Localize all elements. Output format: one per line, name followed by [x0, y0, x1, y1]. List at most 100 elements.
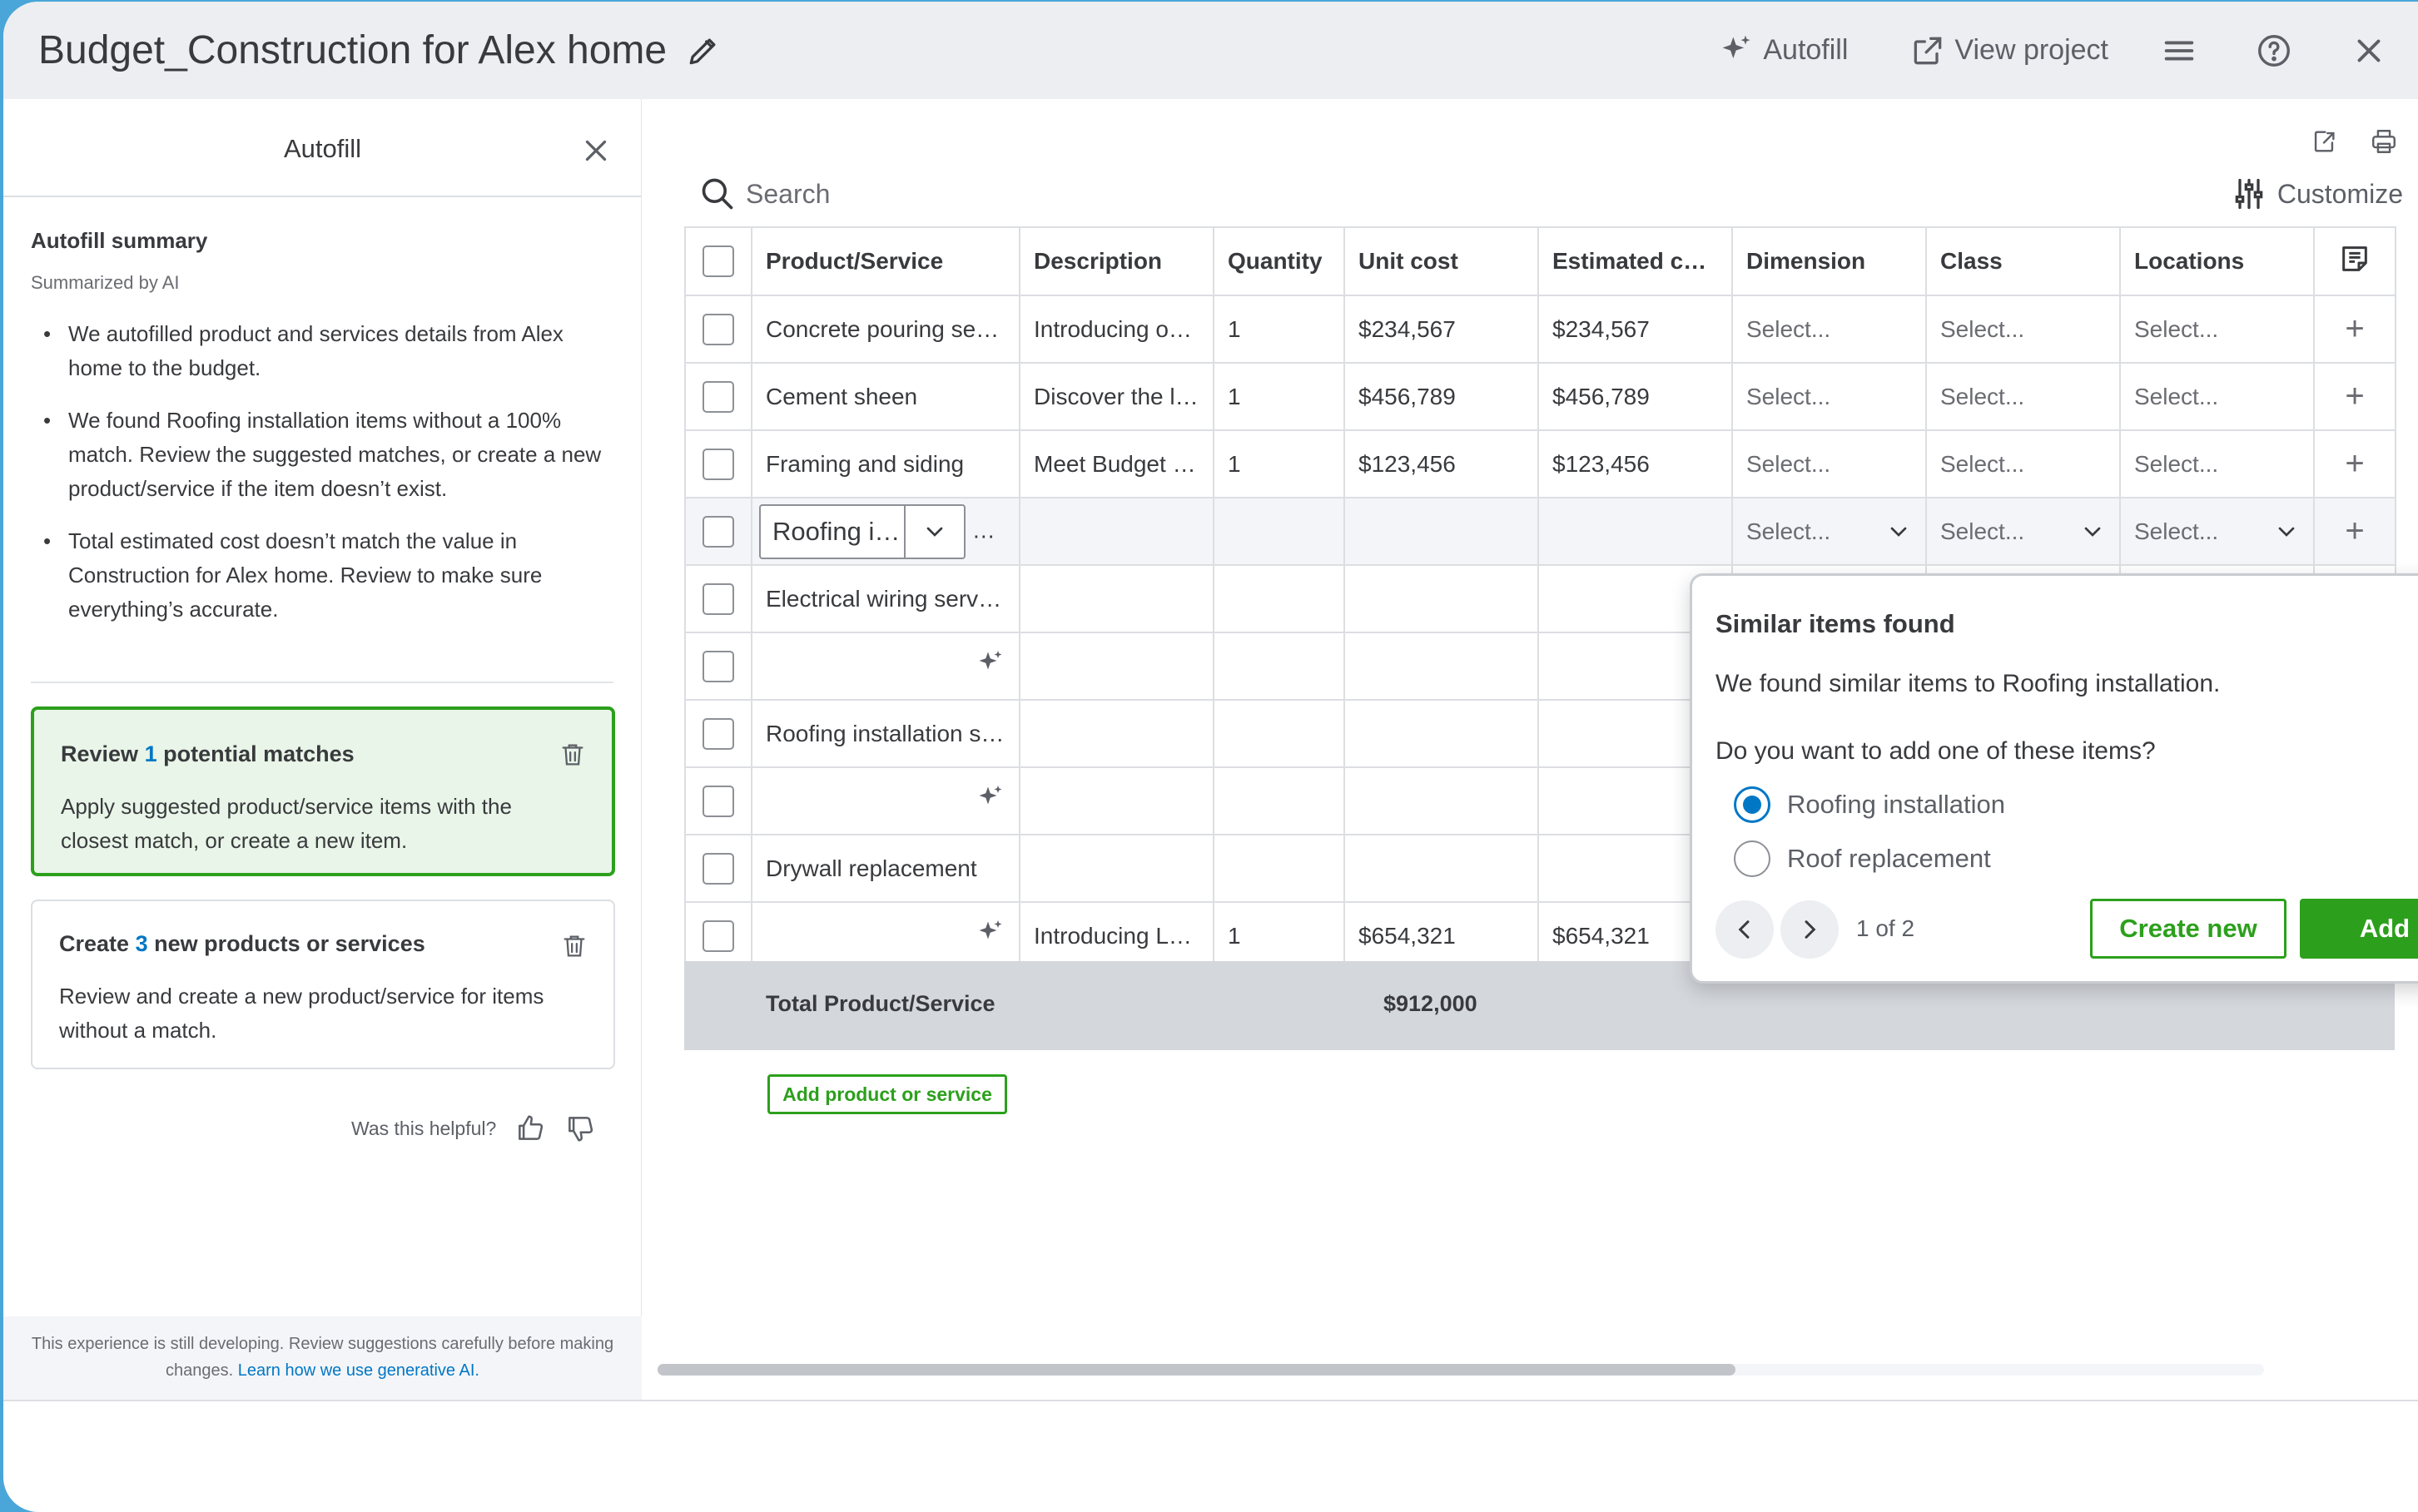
estimated-cost-cell[interactable]: $456,789 [1537, 362, 1733, 431]
class-select[interactable]: Select... [1925, 497, 2121, 566]
unit-cost-cell[interactable] [1343, 632, 1539, 701]
description-cell[interactable]: Discover the latest [1019, 362, 1214, 431]
trash-icon[interactable] [560, 931, 588, 961]
row-checkbox[interactable] [703, 920, 734, 952]
description-cell[interactable]: Meet Budget solutions [1019, 429, 1214, 498]
row-checkbox[interactable] [703, 380, 734, 413]
menu-icon[interactable] [2160, 32, 2198, 70]
quantity-cell[interactable]: 1 [1213, 901, 1345, 970]
quantity-cell[interactable] [1213, 834, 1345, 903]
column-header[interactable]: Unit cost [1343, 226, 1539, 296]
create-new-button[interactable]: Create new [2090, 899, 2286, 959]
column-settings-cell[interactable] [2313, 226, 2396, 296]
unit-cost-cell[interactable]: $654,321 [1343, 901, 1539, 970]
export-icon[interactable] [2310, 127, 2338, 156]
dimension-select[interactable]: Select... [1731, 429, 1927, 498]
product-cell[interactable]: Electrical wiring services [751, 564, 1020, 633]
estimated-cost-cell[interactable]: $123,456 [1537, 429, 1733, 498]
review-matches-card[interactable]: Review 1 potential matches Apply suggest… [31, 706, 615, 876]
estimated-cost-cell[interactable]: $234,567 [1537, 295, 1733, 364]
trash-icon[interactable] [559, 740, 587, 770]
add-button[interactable]: Add [2300, 899, 2418, 959]
row-checkbox[interactable] [703, 582, 734, 615]
product-select[interactable]: Roofing installation [759, 503, 966, 559]
description-cell[interactable] [1019, 834, 1214, 903]
dimension-select[interactable]: Select... [1731, 497, 1927, 566]
column-header[interactable]: Class [1925, 226, 2121, 296]
row-checkbox[interactable] [703, 650, 734, 682]
close-icon[interactable] [581, 136, 611, 166]
product-cell[interactable] [751, 901, 1020, 970]
unit-cost-cell[interactable] [1343, 699, 1539, 768]
quantity-cell[interactable] [1213, 497, 1345, 566]
description-cell[interactable]: Introducing Lorem ipsum [1019, 901, 1214, 970]
add-row-icon[interactable]: + [2313, 362, 2396, 431]
description-cell[interactable] [1019, 497, 1214, 566]
product-cell[interactable]: Roofing installation services [751, 699, 1020, 768]
quantity-cell[interactable] [1213, 699, 1345, 768]
pencil-icon[interactable] [685, 32, 722, 69]
dimension-select[interactable]: Select... [1731, 295, 1927, 364]
horizontal-scrollbar[interactable] [658, 1364, 2264, 1376]
row-checkbox[interactable] [703, 515, 734, 548]
unit-cost-cell[interactable] [1343, 497, 1539, 566]
learn-more-link[interactable]: Learn how we use generative AI. [238, 1361, 479, 1380]
quantity-cell[interactable]: 1 [1213, 429, 1345, 498]
unit-cost-cell[interactable] [1343, 766, 1539, 835]
quantity-cell[interactable]: 1 [1213, 362, 1345, 431]
next-button[interactable] [1780, 900, 1839, 959]
product-cell[interactable] [751, 632, 1020, 701]
estimated-cost-cell[interactable] [1537, 497, 1733, 566]
add-product-button[interactable]: Add product or service [767, 1074, 1007, 1114]
column-header[interactable]: Locations [2119, 226, 2315, 296]
description-cell[interactable]: Introducing our premium [1019, 295, 1214, 364]
sparkle-icon[interactable] [976, 783, 1005, 813]
sparkle-icon[interactable] [976, 918, 1005, 948]
class-select[interactable]: Select... [1925, 429, 2121, 498]
row-checkbox[interactable] [703, 448, 734, 480]
unit-cost-cell[interactable]: $123,456 [1343, 429, 1539, 498]
unit-cost-cell[interactable] [1343, 564, 1539, 633]
location-select[interactable]: Select... [2119, 362, 2315, 431]
dimension-select[interactable]: Select... [1731, 362, 1927, 431]
thumbs-up-icon[interactable] [514, 1113, 546, 1144]
column-header[interactable]: Product/Service [751, 226, 1020, 296]
thumbs-down-icon[interactable] [564, 1113, 596, 1144]
radio-roofing-installation[interactable]: Roofing installation [1717, 786, 2005, 823]
product-cell[interactable] [751, 766, 1020, 835]
row-checkbox[interactable] [703, 717, 734, 750]
quantity-cell[interactable] [1213, 632, 1345, 701]
column-header[interactable]: Description [1019, 226, 1214, 296]
row-checkbox[interactable] [703, 785, 734, 817]
column-header[interactable]: Dimension [1731, 226, 1927, 296]
help-icon[interactable] [2255, 32, 2293, 70]
description-cell[interactable] [1019, 564, 1214, 633]
add-row-icon[interactable]: + [2313, 295, 2396, 364]
sparkle-icon[interactable] [976, 648, 1005, 678]
scrollbar-thumb[interactable] [658, 1364, 1735, 1376]
product-cell[interactable]: Concrete pouring services [751, 295, 1020, 364]
unit-cost-cell[interactable]: $234,567 [1343, 295, 1539, 364]
customize-button[interactable]: Customize [2231, 176, 2403, 212]
location-select[interactable]: Select... [2119, 295, 2315, 364]
class-select[interactable]: Select... [1925, 295, 2121, 364]
close-icon[interactable] [2350, 32, 2388, 70]
row-checkbox[interactable] [703, 313, 734, 345]
radio-roof-replacement[interactable]: Roof replacement [1717, 840, 1991, 877]
previous-button[interactable] [1715, 900, 1774, 959]
product-cell[interactable]: Framing and siding [751, 429, 1020, 498]
description-cell[interactable] [1019, 632, 1214, 701]
column-header[interactable]: Estimated cost [1537, 226, 1733, 296]
view-project-button[interactable]: View project [1909, 32, 2108, 69]
unit-cost-cell[interactable] [1343, 834, 1539, 903]
location-select[interactable]: Select... [2119, 497, 2315, 566]
create-products-card[interactable]: Create 3 new products or services Review… [31, 900, 615, 1069]
description-cell[interactable] [1019, 766, 1214, 835]
print-icon[interactable] [2370, 127, 2398, 156]
column-header[interactable]: Quantity [1213, 226, 1345, 296]
location-select[interactable]: Select... [2119, 429, 2315, 498]
unit-cost-cell[interactable]: $456,789 [1343, 362, 1539, 431]
class-select[interactable]: Select... [1925, 362, 2121, 431]
search-input[interactable]: Search [699, 176, 830, 212]
autofill-sparkle-button[interactable] [978, 511, 1018, 552]
